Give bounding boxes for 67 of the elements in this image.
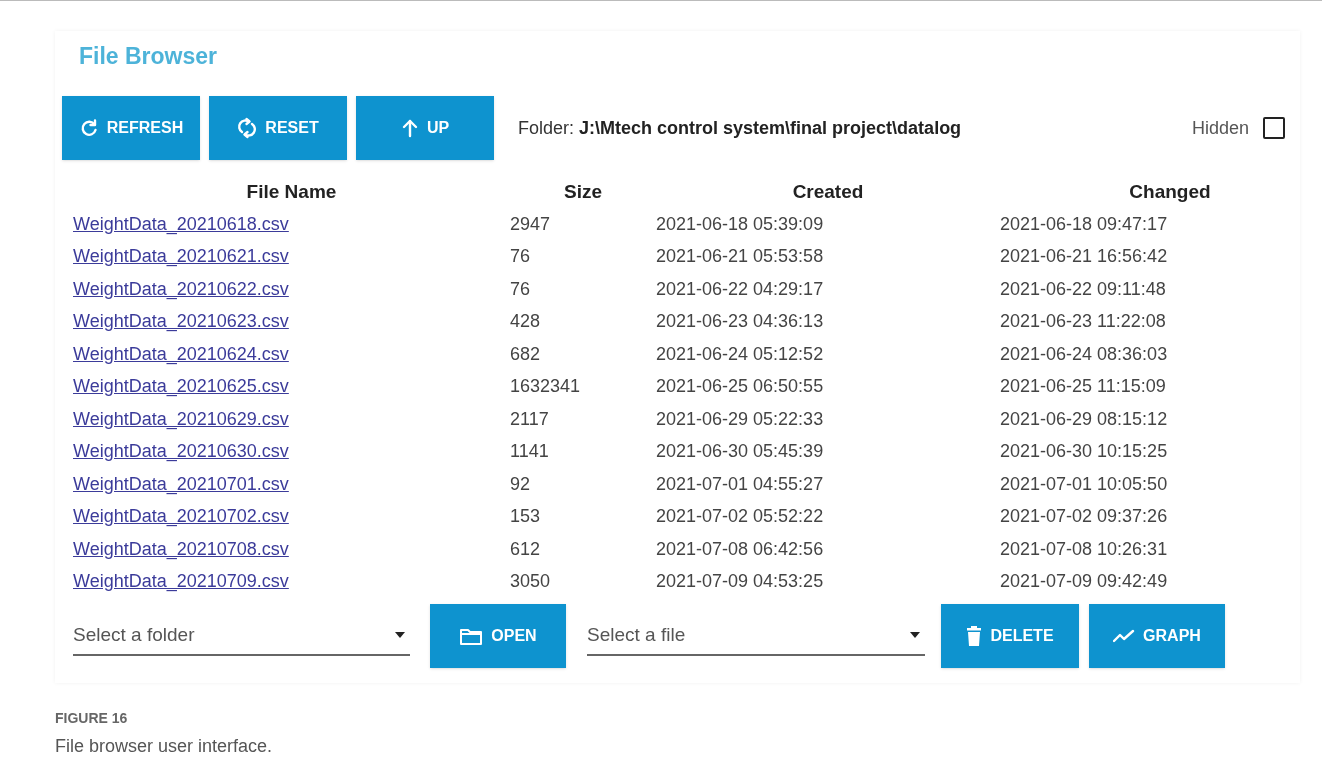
table-cell-text: 76 <box>510 277 532 301</box>
figure-label: FIGURE 16 <box>55 709 129 728</box>
file-link[interactable]: WeightData_20210701.csv <box>73 473 289 494</box>
file-link[interactable]: WeightData_20210629.csv <box>73 408 289 429</box>
table-cell-text: 1632341 <box>510 375 582 399</box>
table-cell-text: 153 <box>510 505 542 529</box>
table-cell-text: 2021-07-09 04:53:25 <box>656 570 825 594</box>
file-link[interactable]: WeightData_20210630.csv <box>73 441 289 462</box>
table-cell-text: 682 <box>510 342 542 366</box>
column-header: File Name <box>245 179 338 204</box>
table-cell-text: 2021-06-29 08:15:12 <box>1000 407 1169 431</box>
caret-icon <box>909 631 921 639</box>
file-link[interactable]: WeightData_20210618.csv <box>73 213 289 234</box>
table-cell-text: 2021-06-24 05:12:52 <box>656 342 825 366</box>
table-cell-text: 2021-07-09 09:42:49 <box>1000 570 1169 594</box>
table-cell-text: 612 <box>510 537 542 561</box>
table-cell-text: 2021-06-21 16:56:42 <box>1000 245 1169 269</box>
file-link[interactable]: WeightData_20210625.csv <box>73 376 289 397</box>
table-cell-text: 2947 <box>510 212 552 236</box>
caret-icon <box>394 631 406 639</box>
table-cell-text: 2021-07-08 06:42:56 <box>656 537 825 561</box>
column-header: Size <box>563 179 603 204</box>
table-cell-text: 2021-06-18 09:47:17 <box>1000 212 1169 236</box>
trash-icon <box>966 625 983 647</box>
arrow-up-icon <box>400 118 419 138</box>
table-cell-text: 428 <box>510 310 542 334</box>
table-cell-text: 2021-06-24 08:36:03 <box>1000 342 1169 366</box>
table-cell-text: 2021-06-23 11:22:08 <box>1000 310 1167 334</box>
file-link[interactable]: WeightData_20210708.csv <box>73 538 289 559</box>
table-cell-text: 2021-06-25 06:50:55 <box>656 375 825 399</box>
file-link[interactable]: WeightData_20210621.csv <box>73 246 289 267</box>
dropdown-field[interactable]: Select a folder <box>73 616 410 656</box>
hidden-checkbox[interactable] <box>1263 117 1285 139</box>
table-cell-text: 2021-07-02 05:52:22 <box>656 505 825 529</box>
file-link[interactable]: WeightData_20210702.csv <box>73 506 289 527</box>
file-link[interactable]: WeightData_20210622.csv <box>73 278 289 299</box>
file-link[interactable]: WeightData_20210709.csv <box>73 571 289 592</box>
table-cell-text: 2021-06-18 05:39:09 <box>656 212 825 236</box>
table-cell-text: 76 <box>510 245 532 269</box>
table-cell-text: 2021-06-22 04:29:17 <box>656 277 825 301</box>
table-cell-text: 2021-07-02 09:37:26 <box>1000 505 1169 529</box>
figure-caption: File browser user interface. <box>55 735 274 758</box>
table-cell-text: 2021-06-30 10:15:25 <box>1000 440 1169 464</box>
table-cell-text: 2021-06-25 11:15:09 <box>1000 375 1167 399</box>
column-header: Created <box>791 179 865 204</box>
table-cell-text: 2021-06-21 05:53:58 <box>656 245 825 269</box>
folder-icon <box>459 626 484 646</box>
trend-line-icon <box>1113 629 1136 643</box>
dropdown-field[interactable]: Select a file <box>587 616 925 656</box>
table-cell-text: 2021-06-30 05:45:39 <box>656 440 825 464</box>
table-cell-text: 2117 <box>510 407 550 431</box>
file-link[interactable]: WeightData_20210624.csv <box>73 343 289 364</box>
table-cell-text: 1141 <box>510 440 550 464</box>
table-cell-text: 92 <box>510 472 532 496</box>
hidden-label: Hidden <box>1191 116 1249 140</box>
table-cell-text: 2021-07-01 04:55:27 <box>656 472 825 496</box>
folder-path: Folder: J:\Mtech control system\final project\datalog <box>518 116 962 140</box>
table-cell-text: 2021-07-08 10:26:31 <box>1000 537 1169 561</box>
table-cell-text: 2021-06-23 04:36:13 <box>656 310 825 334</box>
column-header: Changed <box>1128 179 1212 204</box>
table-cell-text: 2021-07-01 10:05:50 <box>1000 472 1169 496</box>
file-link[interactable]: WeightData_20210623.csv <box>73 311 289 332</box>
table-cell-text: 2021-06-29 05:22:33 <box>656 407 825 431</box>
table-cell-text: 2021-06-22 09:11:48 <box>1000 277 1167 301</box>
sync-icon <box>237 117 258 139</box>
page-title: File Browser <box>79 42 219 68</box>
table-cell-text: 3050 <box>510 570 552 594</box>
